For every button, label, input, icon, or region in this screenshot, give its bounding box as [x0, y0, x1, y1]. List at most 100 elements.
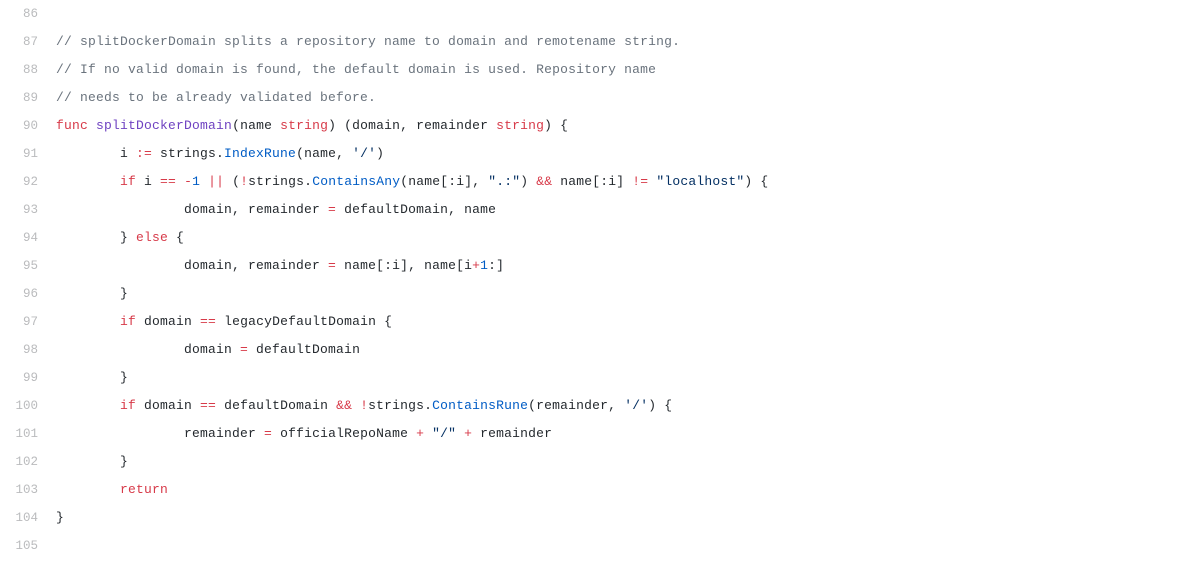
code-line[interactable]: 102 } — [0, 448, 1180, 476]
code-line[interactable]: 91 i := strings.IndexRune(name, '/') — [0, 140, 1180, 168]
code-token — [176, 174, 184, 189]
line-number[interactable]: 90 — [0, 112, 56, 140]
code-line[interactable]: 100 if domain == defaultDomain && !strin… — [0, 392, 1180, 420]
code-line[interactable]: 96 } — [0, 280, 1180, 308]
line-content[interactable]: if domain == legacyDefaultDomain { — [56, 308, 1180, 336]
line-content[interactable]: domain, remainder = name[:i], name[i+1:] — [56, 252, 1180, 280]
code-token: || — [208, 174, 224, 189]
code-line[interactable]: 94 } else { — [0, 224, 1180, 252]
code-line[interactable]: 103 return — [0, 476, 1180, 504]
code-token: :] — [488, 258, 504, 273]
line-number[interactable]: 101 — [0, 420, 56, 448]
code-token: string — [496, 118, 544, 133]
line-content[interactable]: i := strings.IndexRune(name, '/') — [56, 140, 1180, 168]
line-content[interactable]: return — [56, 476, 1180, 504]
line-content[interactable]: if domain == defaultDomain && !strings.C… — [56, 392, 1180, 420]
code-token: strings. — [248, 174, 312, 189]
line-content[interactable]: remainder = officialRepoName + "/" + rem… — [56, 420, 1180, 448]
line-content[interactable]: // splitDockerDomain splits a repository… — [56, 28, 1180, 56]
line-number[interactable]: 87 — [0, 28, 56, 56]
code-token: if — [120, 398, 136, 413]
code-token: return — [120, 482, 168, 497]
line-number[interactable]: 91 — [0, 140, 56, 168]
code-token — [56, 174, 120, 189]
line-number[interactable]: 88 — [0, 56, 56, 84]
code-token: == — [200, 314, 216, 329]
line-content[interactable]: domain, remainder = defaultDomain, name — [56, 196, 1180, 224]
code-line[interactable]: 88// If no valid domain is found, the de… — [0, 56, 1180, 84]
code-token: = — [328, 258, 336, 273]
code-line[interactable]: 89// needs to be already validated befor… — [0, 84, 1180, 112]
line-number[interactable]: 97 — [0, 308, 56, 336]
code-token: defaultDomain, name — [336, 202, 496, 217]
line-content[interactable]: } — [56, 448, 1180, 476]
line-number[interactable]: 102 — [0, 448, 56, 476]
code-viewer: 8687// splitDockerDomain splits a reposi… — [0, 0, 1180, 560]
line-content[interactable]: domain = defaultDomain — [56, 336, 1180, 364]
line-number[interactable]: 94 — [0, 224, 56, 252]
line-number[interactable]: 89 — [0, 84, 56, 112]
code-line[interactable]: 95 domain, remainder = name[:i], name[i+… — [0, 252, 1180, 280]
line-number[interactable]: 105 — [0, 532, 56, 560]
code-line[interactable]: 98 domain = defaultDomain — [0, 336, 1180, 364]
code-token: (name — [232, 118, 280, 133]
code-token: = — [240, 342, 248, 357]
code-token: splitDockerDomain — [96, 118, 232, 133]
line-content[interactable]: // If no valid domain is found, the defa… — [56, 56, 1180, 84]
code-line[interactable]: 92 if i == -1 || (!strings.ContainsAny(n… — [0, 168, 1180, 196]
code-token: = — [328, 202, 336, 217]
line-content[interactable]: } — [56, 280, 1180, 308]
code-token: defaultDomain — [216, 398, 336, 413]
code-token: // splitDockerDomain splits a repository… — [56, 34, 680, 49]
line-content[interactable]: func splitDockerDomain(name string) (dom… — [56, 112, 1180, 140]
code-line[interactable]: 90func splitDockerDomain(name string) (d… — [0, 112, 1180, 140]
code-token: ".:" — [488, 174, 520, 189]
line-number[interactable]: 93 — [0, 196, 56, 224]
line-number[interactable]: 92 — [0, 168, 56, 196]
code-token: domain — [56, 342, 240, 357]
code-token: 1 — [480, 258, 488, 273]
line-content[interactable]: } — [56, 504, 1180, 532]
code-token: + — [464, 426, 472, 441]
line-number[interactable]: 99 — [0, 364, 56, 392]
code-line[interactable]: 105 — [0, 532, 1180, 560]
line-content[interactable]: } else { — [56, 224, 1180, 252]
code-token: ContainsRune — [432, 398, 528, 413]
line-content[interactable]: // needs to be already validated before. — [56, 84, 1180, 112]
code-token: legacyDefaultDomain { — [216, 314, 392, 329]
code-token: ) { — [648, 398, 672, 413]
code-token: remainder — [472, 426, 552, 441]
line-content[interactable]: if i == -1 || (!strings.ContainsAny(name… — [56, 168, 1180, 196]
line-content[interactable] — [56, 532, 1180, 560]
line-number[interactable]: 104 — [0, 504, 56, 532]
code-line[interactable]: 104} — [0, 504, 1180, 532]
code-token: officialRepoName — [272, 426, 416, 441]
line-number[interactable]: 95 — [0, 252, 56, 280]
code-line[interactable]: 87// splitDockerDomain splits a reposito… — [0, 28, 1180, 56]
code-token: else — [136, 230, 168, 245]
code-token: name[:i] — [552, 174, 632, 189]
code-token: { — [168, 230, 184, 245]
code-token: strings. — [152, 146, 224, 161]
code-line[interactable]: 101 remainder = officialRepoName + "/" +… — [0, 420, 1180, 448]
code-token: ContainsAny — [312, 174, 400, 189]
line-content[interactable]: } — [56, 364, 1180, 392]
code-token — [200, 174, 208, 189]
line-number[interactable]: 96 — [0, 280, 56, 308]
code-line[interactable]: 99 } — [0, 364, 1180, 392]
code-line[interactable]: 93 domain, remainder = defaultDomain, na… — [0, 196, 1180, 224]
code-token — [456, 426, 464, 441]
code-line[interactable]: 86 — [0, 0, 1180, 28]
line-number[interactable]: 100 — [0, 392, 56, 420]
code-token: ! — [360, 398, 368, 413]
line-content[interactable] — [56, 0, 1180, 28]
code-token: } — [56, 454, 128, 469]
line-number[interactable]: 103 — [0, 476, 56, 504]
code-token: ) { — [544, 118, 568, 133]
code-token: + — [416, 426, 424, 441]
line-number[interactable]: 98 — [0, 336, 56, 364]
line-number[interactable]: 86 — [0, 0, 56, 28]
code-token: // needs to be already validated before. — [56, 90, 376, 105]
code-line[interactable]: 97 if domain == legacyDefaultDomain { — [0, 308, 1180, 336]
code-token: = — [264, 426, 272, 441]
